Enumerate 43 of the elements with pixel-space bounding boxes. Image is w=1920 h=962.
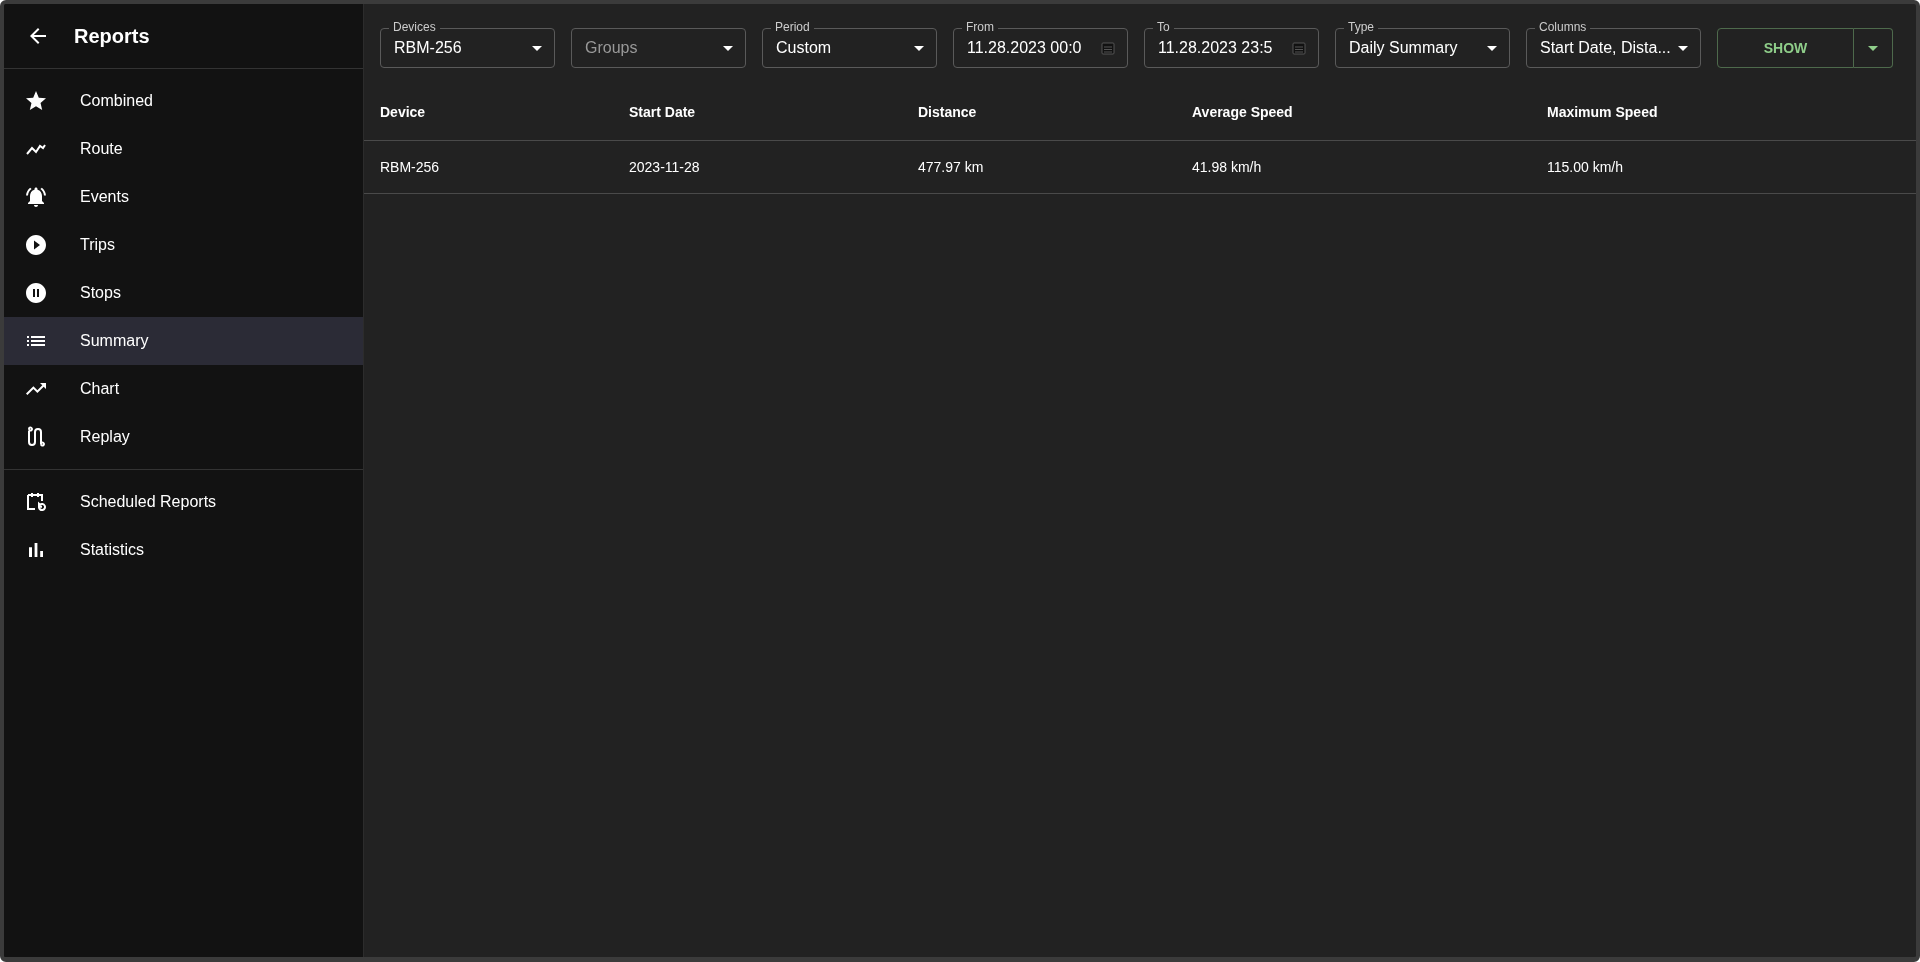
sidebar-item[interactable]: Events [4, 173, 363, 221]
sidebar-item[interactable]: Chart [4, 365, 363, 413]
sidebar-item[interactable]: Stops [4, 269, 363, 317]
field-label: Type [1344, 20, 1378, 34]
sidebar-item[interactable]: Scheduled Reports [4, 478, 363, 526]
sidebar-item[interactable]: Replay [4, 413, 363, 461]
sidebar-item[interactable]: Statistics [4, 526, 363, 574]
field-label: Columns [1535, 20, 1591, 34]
sidebar-item[interactable]: Combined [4, 77, 363, 125]
dropdown-button[interactable] [1854, 28, 1893, 68]
column-header: Device [380, 104, 427, 120]
show-button[interactable]: SHOW [1717, 28, 1854, 68]
select-field[interactable]: Groups [571, 28, 746, 68]
play-icon [24, 233, 48, 257]
sidebar-item[interactable]: Trips [4, 221, 363, 269]
caret-icon [723, 45, 733, 51]
caret-icon [914, 45, 924, 51]
field-label: Devices [389, 20, 440, 34]
sidebar-item[interactable]: Summary [4, 317, 363, 365]
table-cell-text: 477.97 km [918, 159, 985, 175]
column-header: Average Speed [1192, 104, 1294, 120]
field-label: From [962, 20, 998, 34]
calendar-icon [1101, 41, 1115, 55]
field-label: To [1153, 20, 1174, 34]
caret-icon [1678, 45, 1688, 51]
sidebar-title: Reports [74, 24, 150, 48]
caret-icon [1487, 45, 1497, 51]
calendar-icon [1292, 41, 1306, 55]
star-icon [24, 89, 48, 113]
table-cell-text: 2023-11-28 [629, 159, 701, 175]
table-cell-text: 41.98 km/h [1192, 159, 1263, 175]
pause-icon [24, 281, 48, 305]
table-cell-text: 115.00 km/h [1547, 159, 1624, 175]
column-header: Maximum Speed [1547, 104, 1659, 120]
caret-icon [532, 45, 542, 51]
table-cell-text: RBM-256 [380, 159, 441, 175]
field-label: Period [771, 20, 814, 34]
calendar-icon [24, 490, 48, 514]
sidebar-item[interactable]: Route [4, 125, 363, 173]
bell-icon [24, 185, 48, 209]
column-header: Distance [918, 104, 978, 120]
column-header: Start Date [629, 104, 697, 120]
caret-icon [1868, 45, 1878, 51]
